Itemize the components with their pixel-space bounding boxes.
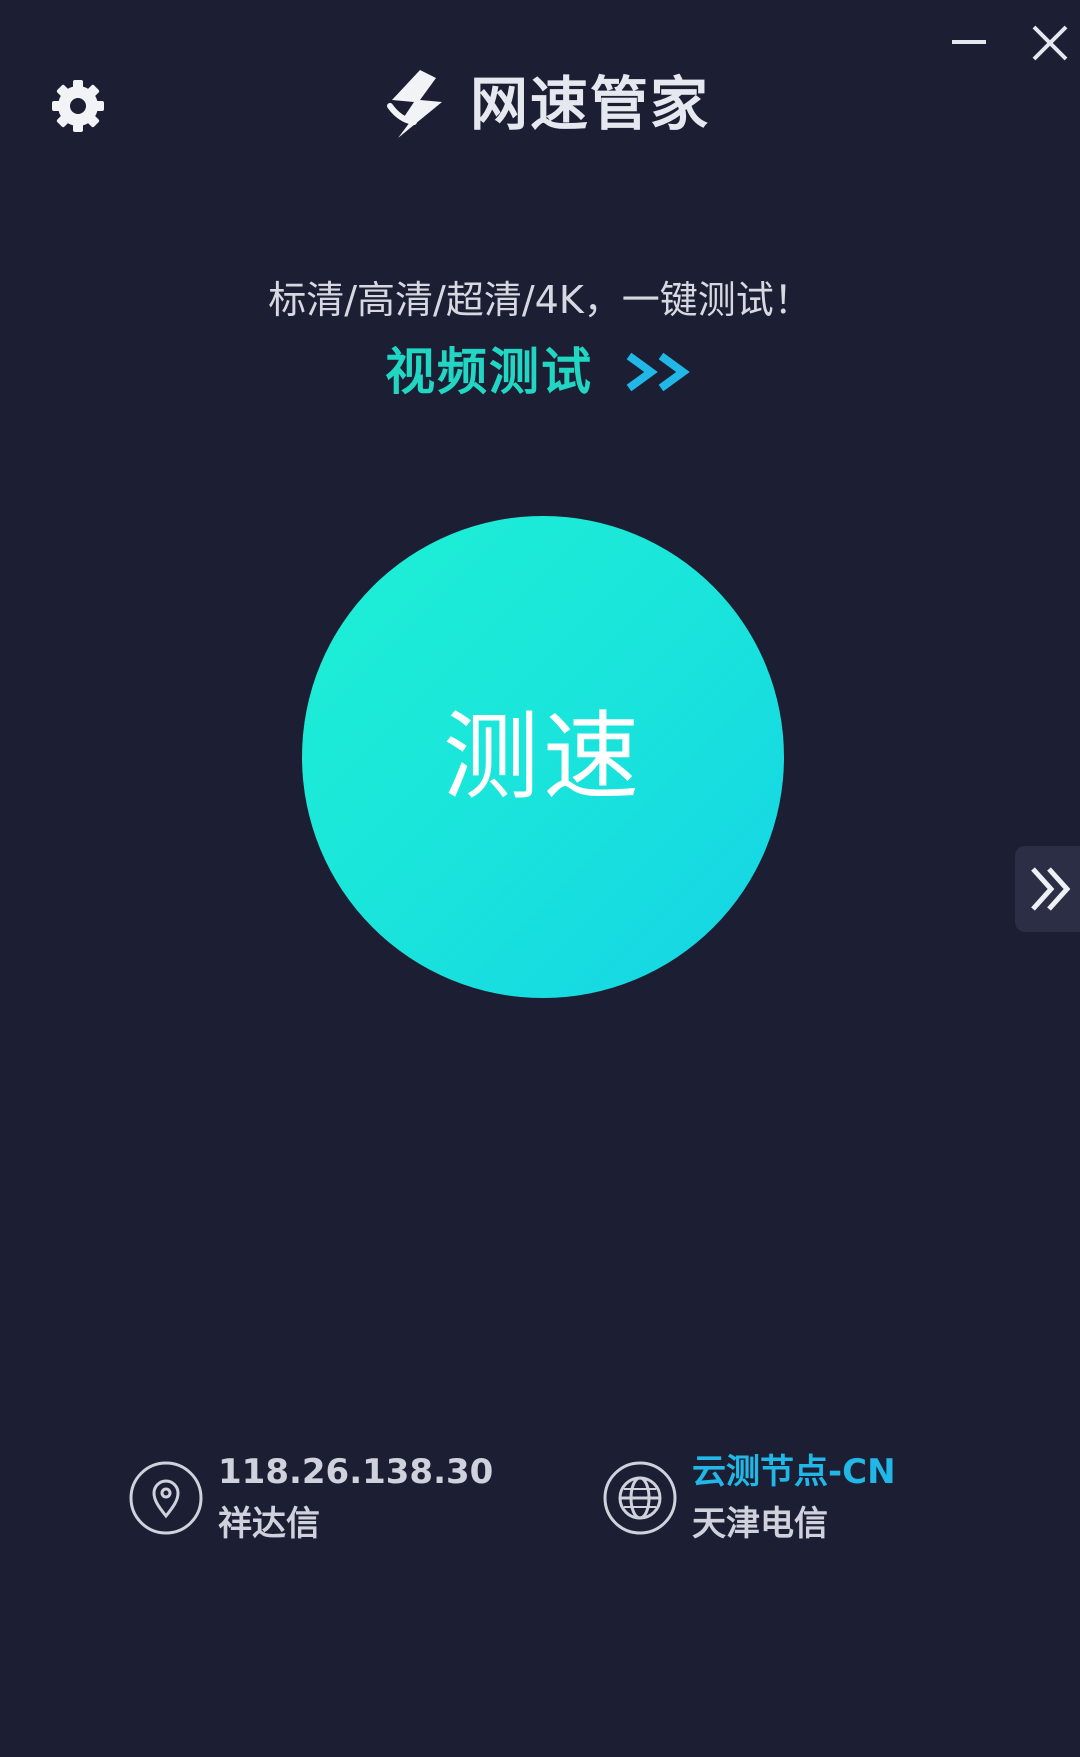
minimize-icon — [952, 40, 986, 44]
globe-icon — [603, 1461, 677, 1535]
app-title: 网速管家 — [470, 70, 711, 138]
location-pin-icon — [129, 1461, 203, 1535]
speed-test-button-label: 测速 — [443, 701, 643, 813]
video-test-subtitle: 标清/高清/超清/4K，一键测试！ — [268, 278, 812, 322]
client-isp: 祥达信 — [218, 1504, 320, 1544]
speed-test-app-window: 网速管家 标清/高清/超清/4K，一键测试！ 视频测试 测速 118.26.13… — [0, 0, 1080, 1757]
server-location: 天津电信 — [692, 1504, 828, 1544]
server-node[interactable]: 云测节点-CN — [692, 1446, 896, 1498]
server-info[interactable]: 云测节点-CN 天津电信 — [602, 1446, 896, 1550]
start-speed-test-button[interactable]: 测速 — [302, 516, 784, 998]
lightning-logo-icon — [387, 70, 442, 138]
double-chevron-right-icon — [626, 352, 690, 392]
client-info-text: 118.26.138.30 祥达信 — [218, 1446, 493, 1550]
client-info: 118.26.138.30 祥达信 — [128, 1446, 493, 1550]
client-ip: 118.26.138.30 — [218, 1452, 494, 1492]
minimize-button[interactable] — [944, 18, 994, 68]
video-test-link[interactable]: 视频测试 — [0, 338, 1080, 406]
app-logo: 网速管家 — [380, 66, 710, 142]
gear-icon — [52, 80, 104, 132]
side-panel-expand-tab[interactable] — [1015, 846, 1080, 932]
close-button[interactable] — [1024, 18, 1074, 68]
close-icon — [1032, 25, 1068, 61]
double-chevron-right-icon — [1031, 867, 1071, 911]
video-test-link-label: 视频测试 — [385, 343, 593, 401]
settings-button[interactable] — [46, 74, 110, 138]
server-info-text: 云测节点-CN 天津电信 — [692, 1446, 896, 1550]
